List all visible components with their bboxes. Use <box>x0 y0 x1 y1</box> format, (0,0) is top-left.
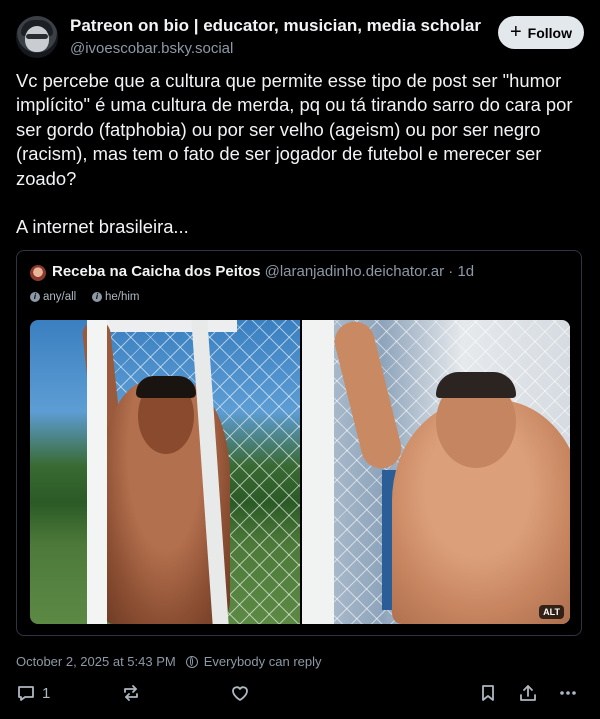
repost-icon <box>124 685 138 701</box>
post-meta: October 2, 2025 at 5:43 PM Everybody can… <box>16 654 322 669</box>
follow-button[interactable]: + Follow <box>498 16 584 49</box>
author-handle[interactable]: @ivoescobar.bsky.social <box>70 40 233 57</box>
quote-handle: @laranjadinho.deichator.ar <box>264 263 445 280</box>
plus-icon: + <box>509 20 522 43</box>
more-icon <box>560 691 576 695</box>
pronoun-label: i he/him <box>92 291 140 303</box>
like-button[interactable] <box>230 680 250 706</box>
post-timestamp[interactable]: October 2, 2025 at 5:43 PM <box>16 654 176 669</box>
pronoun-label: i any/all <box>30 291 76 303</box>
quote-display-name: Receba na Caicha dos Peitos <box>52 263 261 280</box>
quoted-post-card[interactable]: Receba na Caicha dos Peitos @laranjadinh… <box>16 250 582 636</box>
quote-images[interactable]: ALT <box>30 320 570 624</box>
globe-icon <box>185 655 198 668</box>
info-icon: i <box>30 292 40 302</box>
share-icon <box>520 685 536 701</box>
share-button[interactable] <box>518 680 538 706</box>
alt-badge[interactable]: ALT <box>539 605 564 619</box>
post-text: Vc percebe que a cultura que permite ess… <box>16 70 573 238</box>
bookmark-icon <box>482 685 494 701</box>
reply-button[interactable]: 1 <box>16 680 50 706</box>
author-display-name[interactable]: Patreon on bio | educator, musician, med… <box>70 16 481 36</box>
quote-author-line[interactable]: Receba na Caicha dos Peitos @laranjadinh… <box>52 263 474 280</box>
reply-icon <box>18 686 34 701</box>
quote-age: · 1d <box>448 263 475 280</box>
info-icon: i <box>92 292 102 302</box>
quote-avatar[interactable] <box>30 265 46 281</box>
author-avatar[interactable] <box>16 16 58 58</box>
reply-count: 1 <box>42 684 51 702</box>
follow-label: Follow <box>527 24 572 41</box>
repost-button[interactable] <box>121 680 141 706</box>
photo-left[interactable] <box>30 320 300 624</box>
bookmark-button[interactable] <box>478 680 498 706</box>
heart-icon <box>232 686 248 701</box>
reply-setting: Everybody can reply <box>203 654 322 669</box>
photo-right[interactable]: ALT <box>302 320 570 624</box>
more-button[interactable] <box>558 680 578 706</box>
